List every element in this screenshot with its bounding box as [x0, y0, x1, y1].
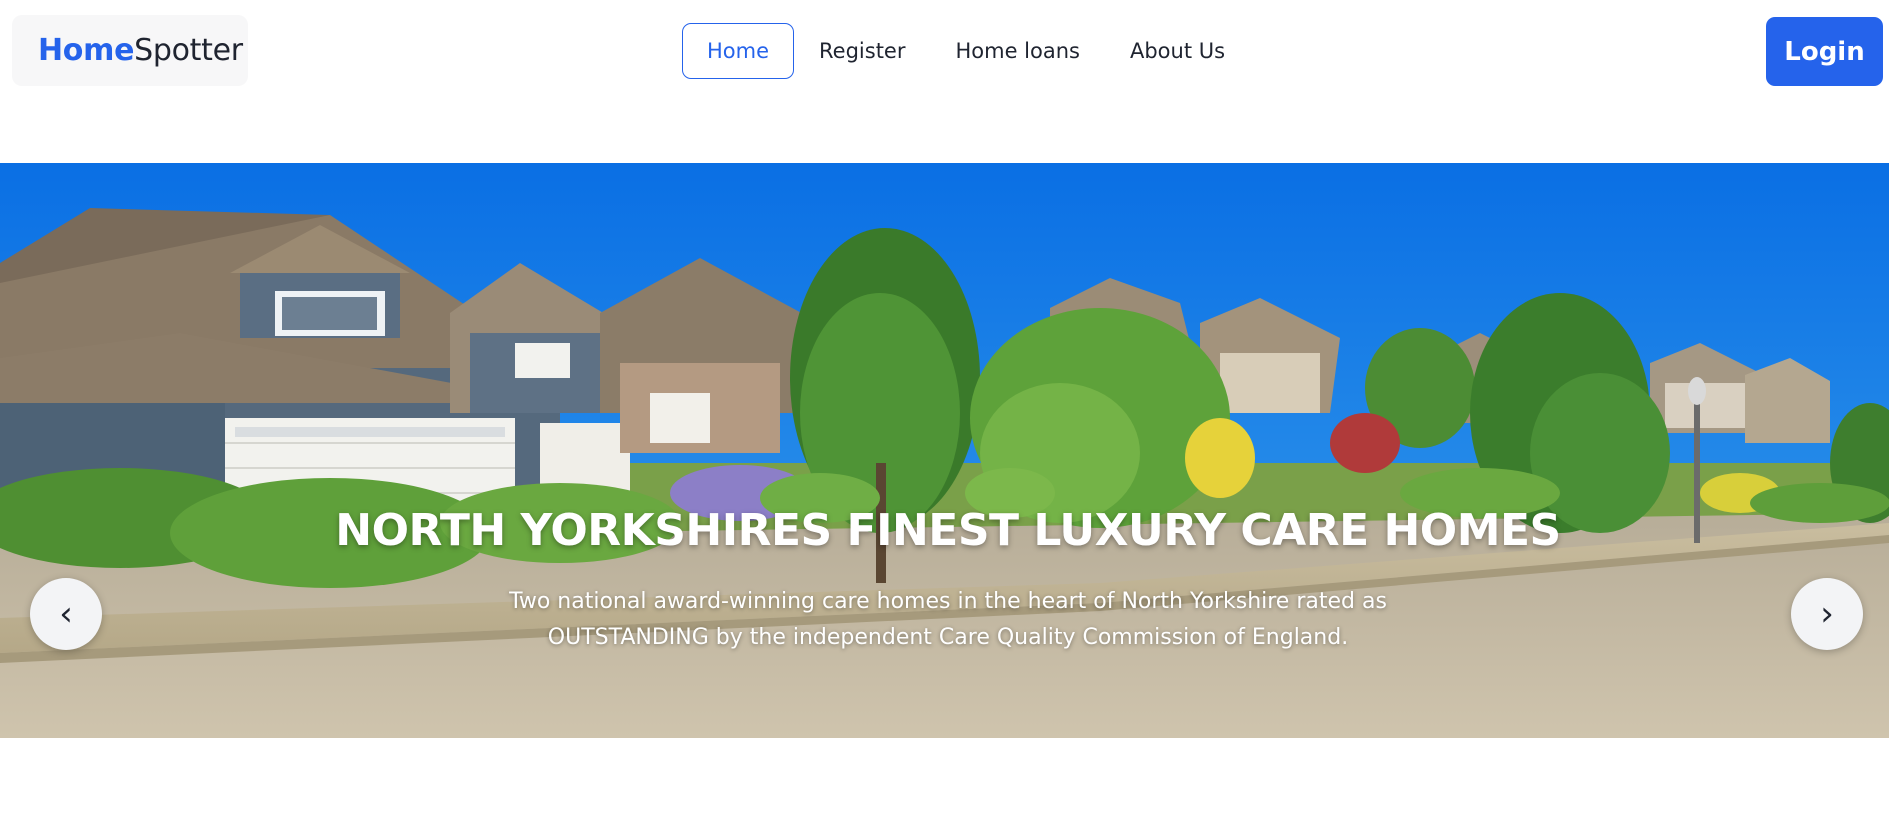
login-button[interactable]: Login — [1766, 17, 1883, 86]
nav-item-register[interactable]: Register — [794, 23, 930, 79]
carousel-prev-button[interactable]: ‹ — [30, 578, 102, 650]
hero-subtitle: Two national award-winning care homes in… — [444, 584, 1452, 656]
main-nav: Home Register Home loans About Us — [682, 23, 1250, 79]
site-logo[interactable]: Home Spotter — [12, 15, 248, 86]
hero-subtitle-line-2: OUTSTANDING by the independent Care Qual… — [547, 625, 1349, 650]
hero-title: NORTH YORKSHIRES FINEST LUXURY CARE HOME… — [335, 505, 1561, 556]
nav-item-home-loans[interactable]: Home loans — [930, 23, 1105, 79]
logo-text-home: Home — [38, 33, 135, 68]
chevron-right-icon: › — [1820, 594, 1834, 634]
carousel-next-button[interactable]: › — [1791, 578, 1863, 650]
top-navigation-bar: Home Spotter Home Register Home loans Abo… — [0, 0, 1889, 110]
chevron-left-icon: ‹ — [59, 594, 73, 634]
logo-text-spotter: Spotter — [134, 33, 243, 68]
nav-item-about-us[interactable]: About Us — [1105, 23, 1250, 79]
hero-subtitle-line-1: Two national award-winning care homes in… — [509, 589, 1387, 614]
nav-item-home[interactable]: Home — [682, 23, 795, 79]
